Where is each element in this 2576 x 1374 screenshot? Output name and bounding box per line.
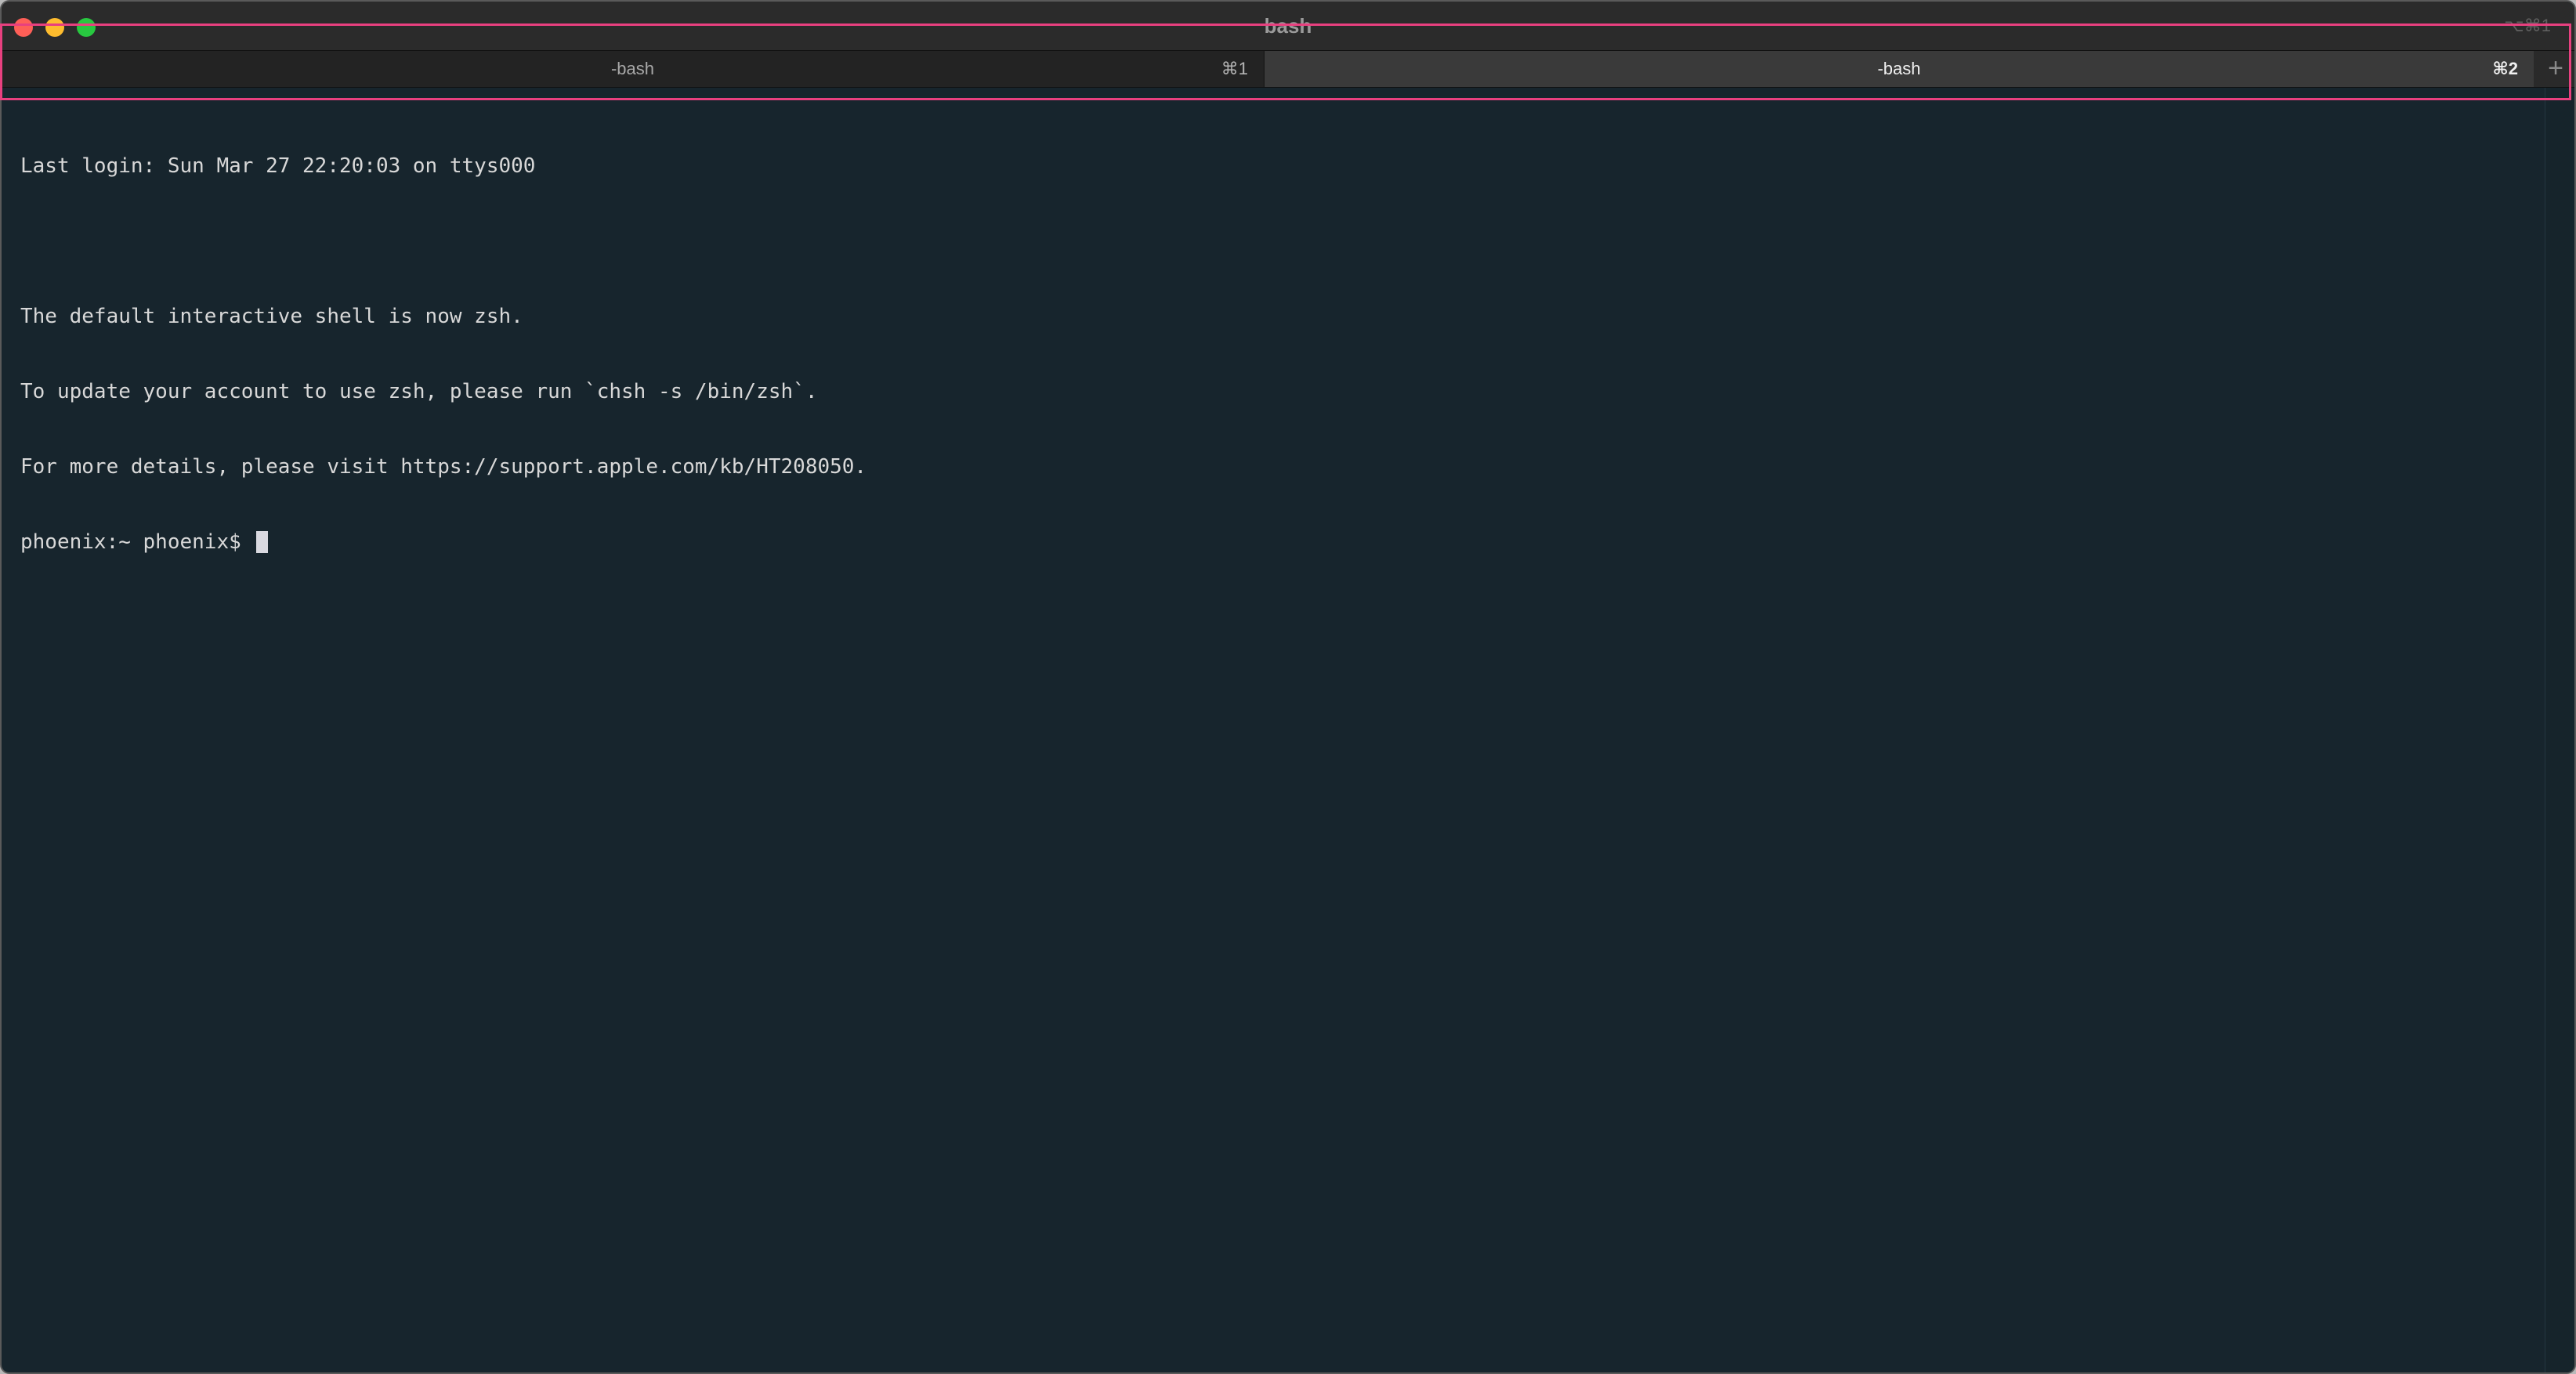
tab-shortcut: ⌘1 <box>1221 59 1248 78</box>
terminal-output[interactable]: Last login: Sun Mar 27 22:20:03 on ttys0… <box>20 103 2527 605</box>
tab-bash-2[interactable]: -bash ⌘2 <box>1264 51 2534 87</box>
tab-label: -bash <box>1877 59 1921 78</box>
tab-bar: -bash ⌘1 -bash ⌘2 + <box>2 50 2574 88</box>
scrollbar[interactable] <box>2545 88 2574 1372</box>
prompt-line[interactable]: phoenix:~ phoenix$ <box>20 530 2527 555</box>
terminal-line: To update your account to use zsh, pleas… <box>20 380 818 403</box>
terminal-line: The default interactive shell is now zsh… <box>20 305 523 328</box>
window-title: bash <box>1264 14 1312 38</box>
terminal-line: Last login: Sun Mar 27 22:20:03 on ttys0… <box>20 154 536 178</box>
title-bar[interactable]: bash ⌥⌘1 <box>2 2 2574 50</box>
tab-bash-1[interactable]: -bash ⌘1 <box>2 51 1264 87</box>
shell-prompt: phoenix:~ phoenix$ <box>20 530 254 554</box>
plus-icon: + <box>2548 53 2563 83</box>
text-cursor <box>256 531 269 553</box>
window-shortcut: ⌥⌘1 <box>2504 16 2551 35</box>
terminal-line: For more details, please visit https://s… <box>20 455 867 479</box>
terminal-window: bash ⌥⌘1 -bash ⌘1 -bash ⌘2 + Last login:… <box>0 0 2576 1374</box>
new-tab-button[interactable]: + <box>2534 51 2574 87</box>
tab-label: -bash <box>610 59 655 78</box>
tab-shortcut: ⌘2 <box>2492 59 2518 78</box>
